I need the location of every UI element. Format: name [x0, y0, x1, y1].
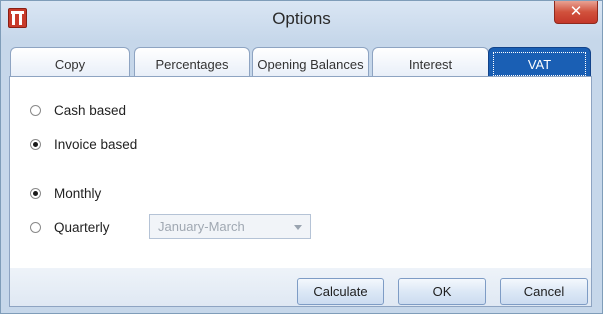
ok-button[interactable]: OK	[398, 278, 486, 305]
cash-based-option[interactable]: Cash based	[30, 100, 126, 120]
monthly-option[interactable]: Monthly	[30, 183, 101, 203]
tab-opening-balances[interactable]: Opening Balances	[252, 47, 369, 78]
tab-strip: Copy Percentages Opening Balances Intere…	[10, 47, 593, 78]
quarterly-radio[interactable]	[30, 221, 41, 233]
cancel-button[interactable]: Cancel	[500, 278, 588, 305]
monthly-label: Monthly	[54, 185, 102, 201]
invoice-based-label: Invoice based	[54, 136, 138, 152]
close-button[interactable]: ✕	[554, 1, 598, 24]
quarter-select-value: January-March	[158, 219, 245, 234]
cash-based-radio[interactable]	[30, 104, 41, 116]
invoice-based-option[interactable]: Invoice based	[30, 134, 137, 154]
quarterly-option[interactable]: Quarterly	[30, 217, 110, 237]
invoice-based-radio[interactable]	[30, 138, 41, 150]
window-title: Options	[272, 9, 331, 28]
tab-interest[interactable]: Interest	[372, 47, 489, 78]
quarter-select[interactable]: January-March	[149, 214, 311, 239]
close-icon: ✕	[569, 2, 583, 20]
tab-vat[interactable]: VAT	[488, 47, 591, 78]
tab-copy[interactable]: Copy	[10, 47, 130, 78]
cash-based-label: Cash based	[54, 102, 127, 118]
tab-percentages[interactable]: Percentages	[134, 47, 250, 78]
focus-rect	[493, 52, 586, 76]
title-bar[interactable]: Options ✕	[1, 1, 602, 35]
chevron-down-icon[interactable]	[294, 225, 302, 230]
quarterly-label: Quarterly	[54, 219, 110, 235]
monthly-radio[interactable]	[30, 187, 41, 199]
calculate-button[interactable]: Calculate	[297, 278, 384, 305]
